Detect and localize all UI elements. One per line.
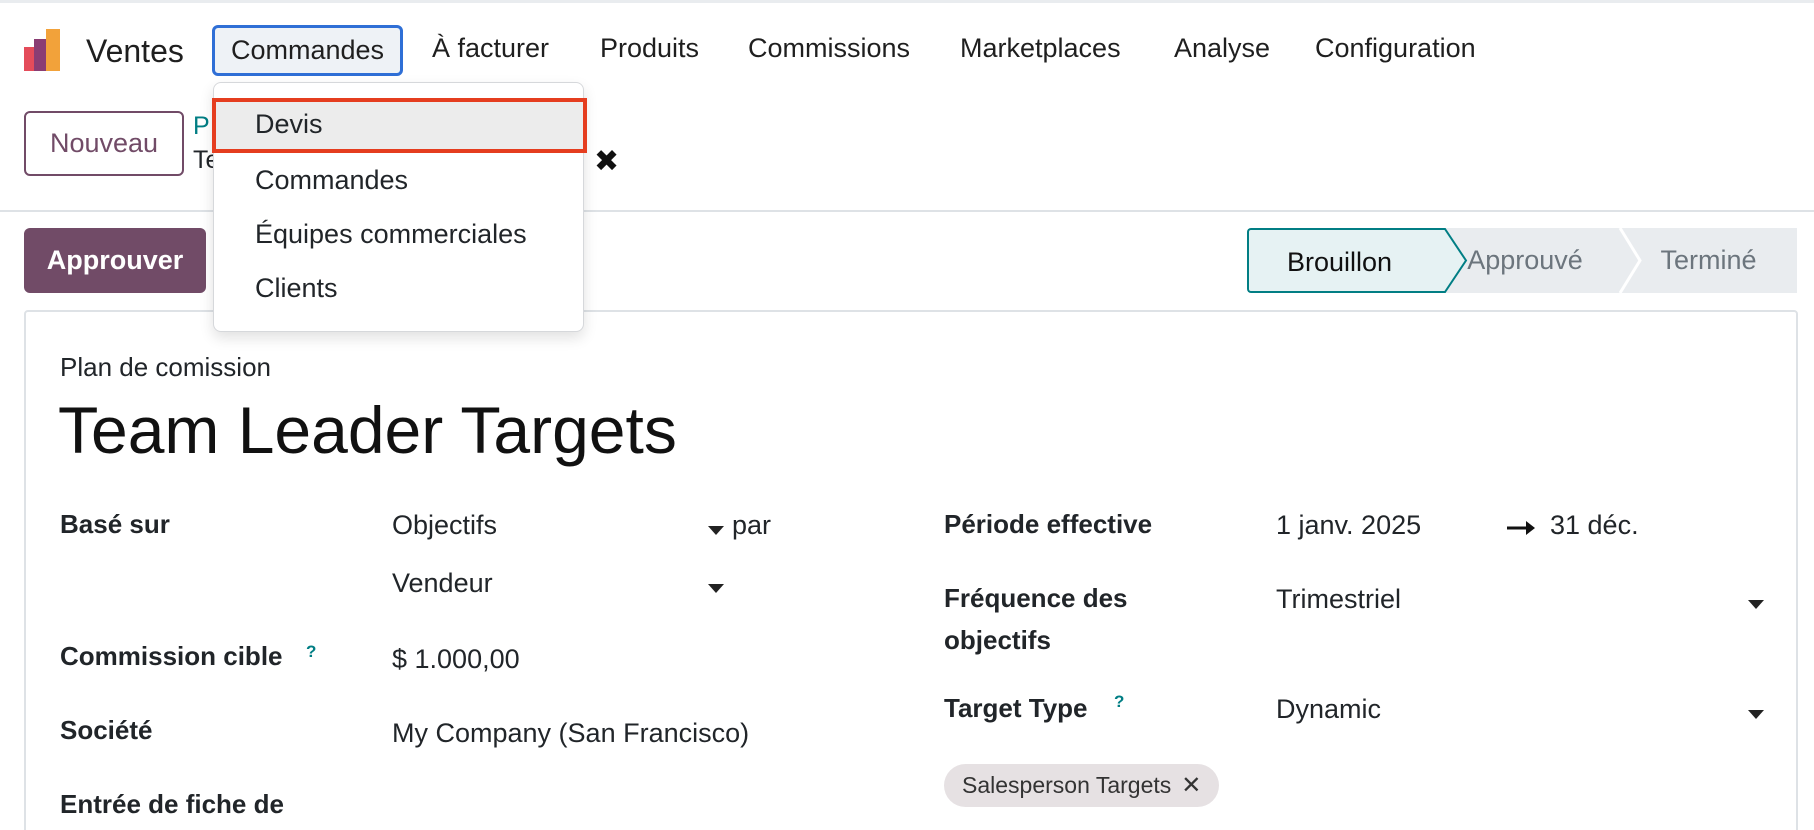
timesheet-label: Entrée de fiche de xyxy=(60,789,284,819)
frequency-chevron-down-icon[interactable] xyxy=(1748,600,1764,609)
tag-salesperson-targets[interactable]: Salesperson Targets ✕ xyxy=(944,764,1220,807)
period-end-field[interactable]: 31 déc. xyxy=(1550,510,1639,541)
company-label: Société xyxy=(60,715,153,745)
period-label: Période effective xyxy=(944,509,1153,539)
menu-item-devis[interactable]: Devis xyxy=(255,109,323,140)
nav-commissions[interactable]: Commissions xyxy=(748,33,910,64)
new-button[interactable]: Nouveau xyxy=(24,111,184,176)
discard-icon[interactable]: ✖ xyxy=(594,144,619,179)
based-on-chevron-down-icon[interactable] xyxy=(708,526,724,535)
record-title[interactable]: Team Leader Targets xyxy=(58,392,677,468)
target-type-label: Target Type xyxy=(944,693,1088,723)
based-on-select[interactable]: Objectifs xyxy=(392,510,497,541)
target-commission-field[interactable]: $ 1.000,00 xyxy=(392,644,520,675)
commandes-dropdown-menu: Devis Commandes Équipes commerciales Cli… xyxy=(212,82,587,332)
nav-produits[interactable]: Produits xyxy=(600,33,699,64)
frequency-label-line-2: objectifs xyxy=(944,625,1051,655)
nav-configuration[interactable]: Configuration xyxy=(1315,33,1476,64)
nav-marketplaces[interactable]: Marketplaces xyxy=(960,33,1121,64)
by-chevron-down-icon[interactable] xyxy=(708,584,724,593)
frequency-label-line-1: Fréquence des xyxy=(944,583,1128,613)
company-field[interactable]: My Company (San Francisco) xyxy=(392,718,749,749)
sales-app-icon[interactable] xyxy=(22,27,68,73)
tag-label: Salesperson Targets xyxy=(962,772,1172,798)
nav-a-facturer[interactable]: À facturer xyxy=(432,33,549,64)
breadcrumb-parent[interactable]: P xyxy=(193,112,210,141)
target-type-chevron-down-icon[interactable] xyxy=(1748,710,1764,719)
arrow-right-icon xyxy=(1507,521,1535,535)
menu-item-clients[interactable]: Clients xyxy=(255,273,338,304)
status-bar: Brouillon Approuvé Terminé xyxy=(1247,228,1797,293)
menu-item-commandes[interactable]: Commandes xyxy=(255,165,408,196)
target-type-select[interactable]: Dynamic xyxy=(1276,694,1381,725)
form-sheet: Plan de comission Team Leader Targets Ba… xyxy=(24,310,1798,830)
approve-button[interactable]: Approuver xyxy=(24,228,206,293)
target-type-help-icon[interactable]: ? xyxy=(1114,692,1124,712)
record-type-label: Plan de comission xyxy=(60,352,271,382)
stage-termine[interactable]: Terminé xyxy=(1620,228,1797,293)
app-name[interactable]: Ventes xyxy=(86,33,184,70)
by-label: par xyxy=(732,510,772,540)
target-commission-help-icon[interactable]: ? xyxy=(306,642,316,662)
remove-tag-icon[interactable]: ✕ xyxy=(1181,772,1201,799)
stage-approuve[interactable]: Approuvé xyxy=(1430,228,1620,293)
nav-analyse[interactable]: Analyse xyxy=(1174,33,1270,64)
by-select[interactable]: Vendeur xyxy=(392,568,493,599)
menu-item-equipes-commerciales[interactable]: Équipes commerciales xyxy=(255,219,527,250)
stage-brouillon[interactable]: Brouillon xyxy=(1247,228,1430,293)
nav-commandes[interactable]: Commandes xyxy=(212,25,404,76)
target-commission-label: Commission cible xyxy=(60,641,283,671)
period-start-field[interactable]: 1 janv. 2025 xyxy=(1276,510,1421,541)
frequency-select[interactable]: Trimestriel xyxy=(1276,584,1401,615)
based-on-label: Basé sur xyxy=(60,509,170,539)
